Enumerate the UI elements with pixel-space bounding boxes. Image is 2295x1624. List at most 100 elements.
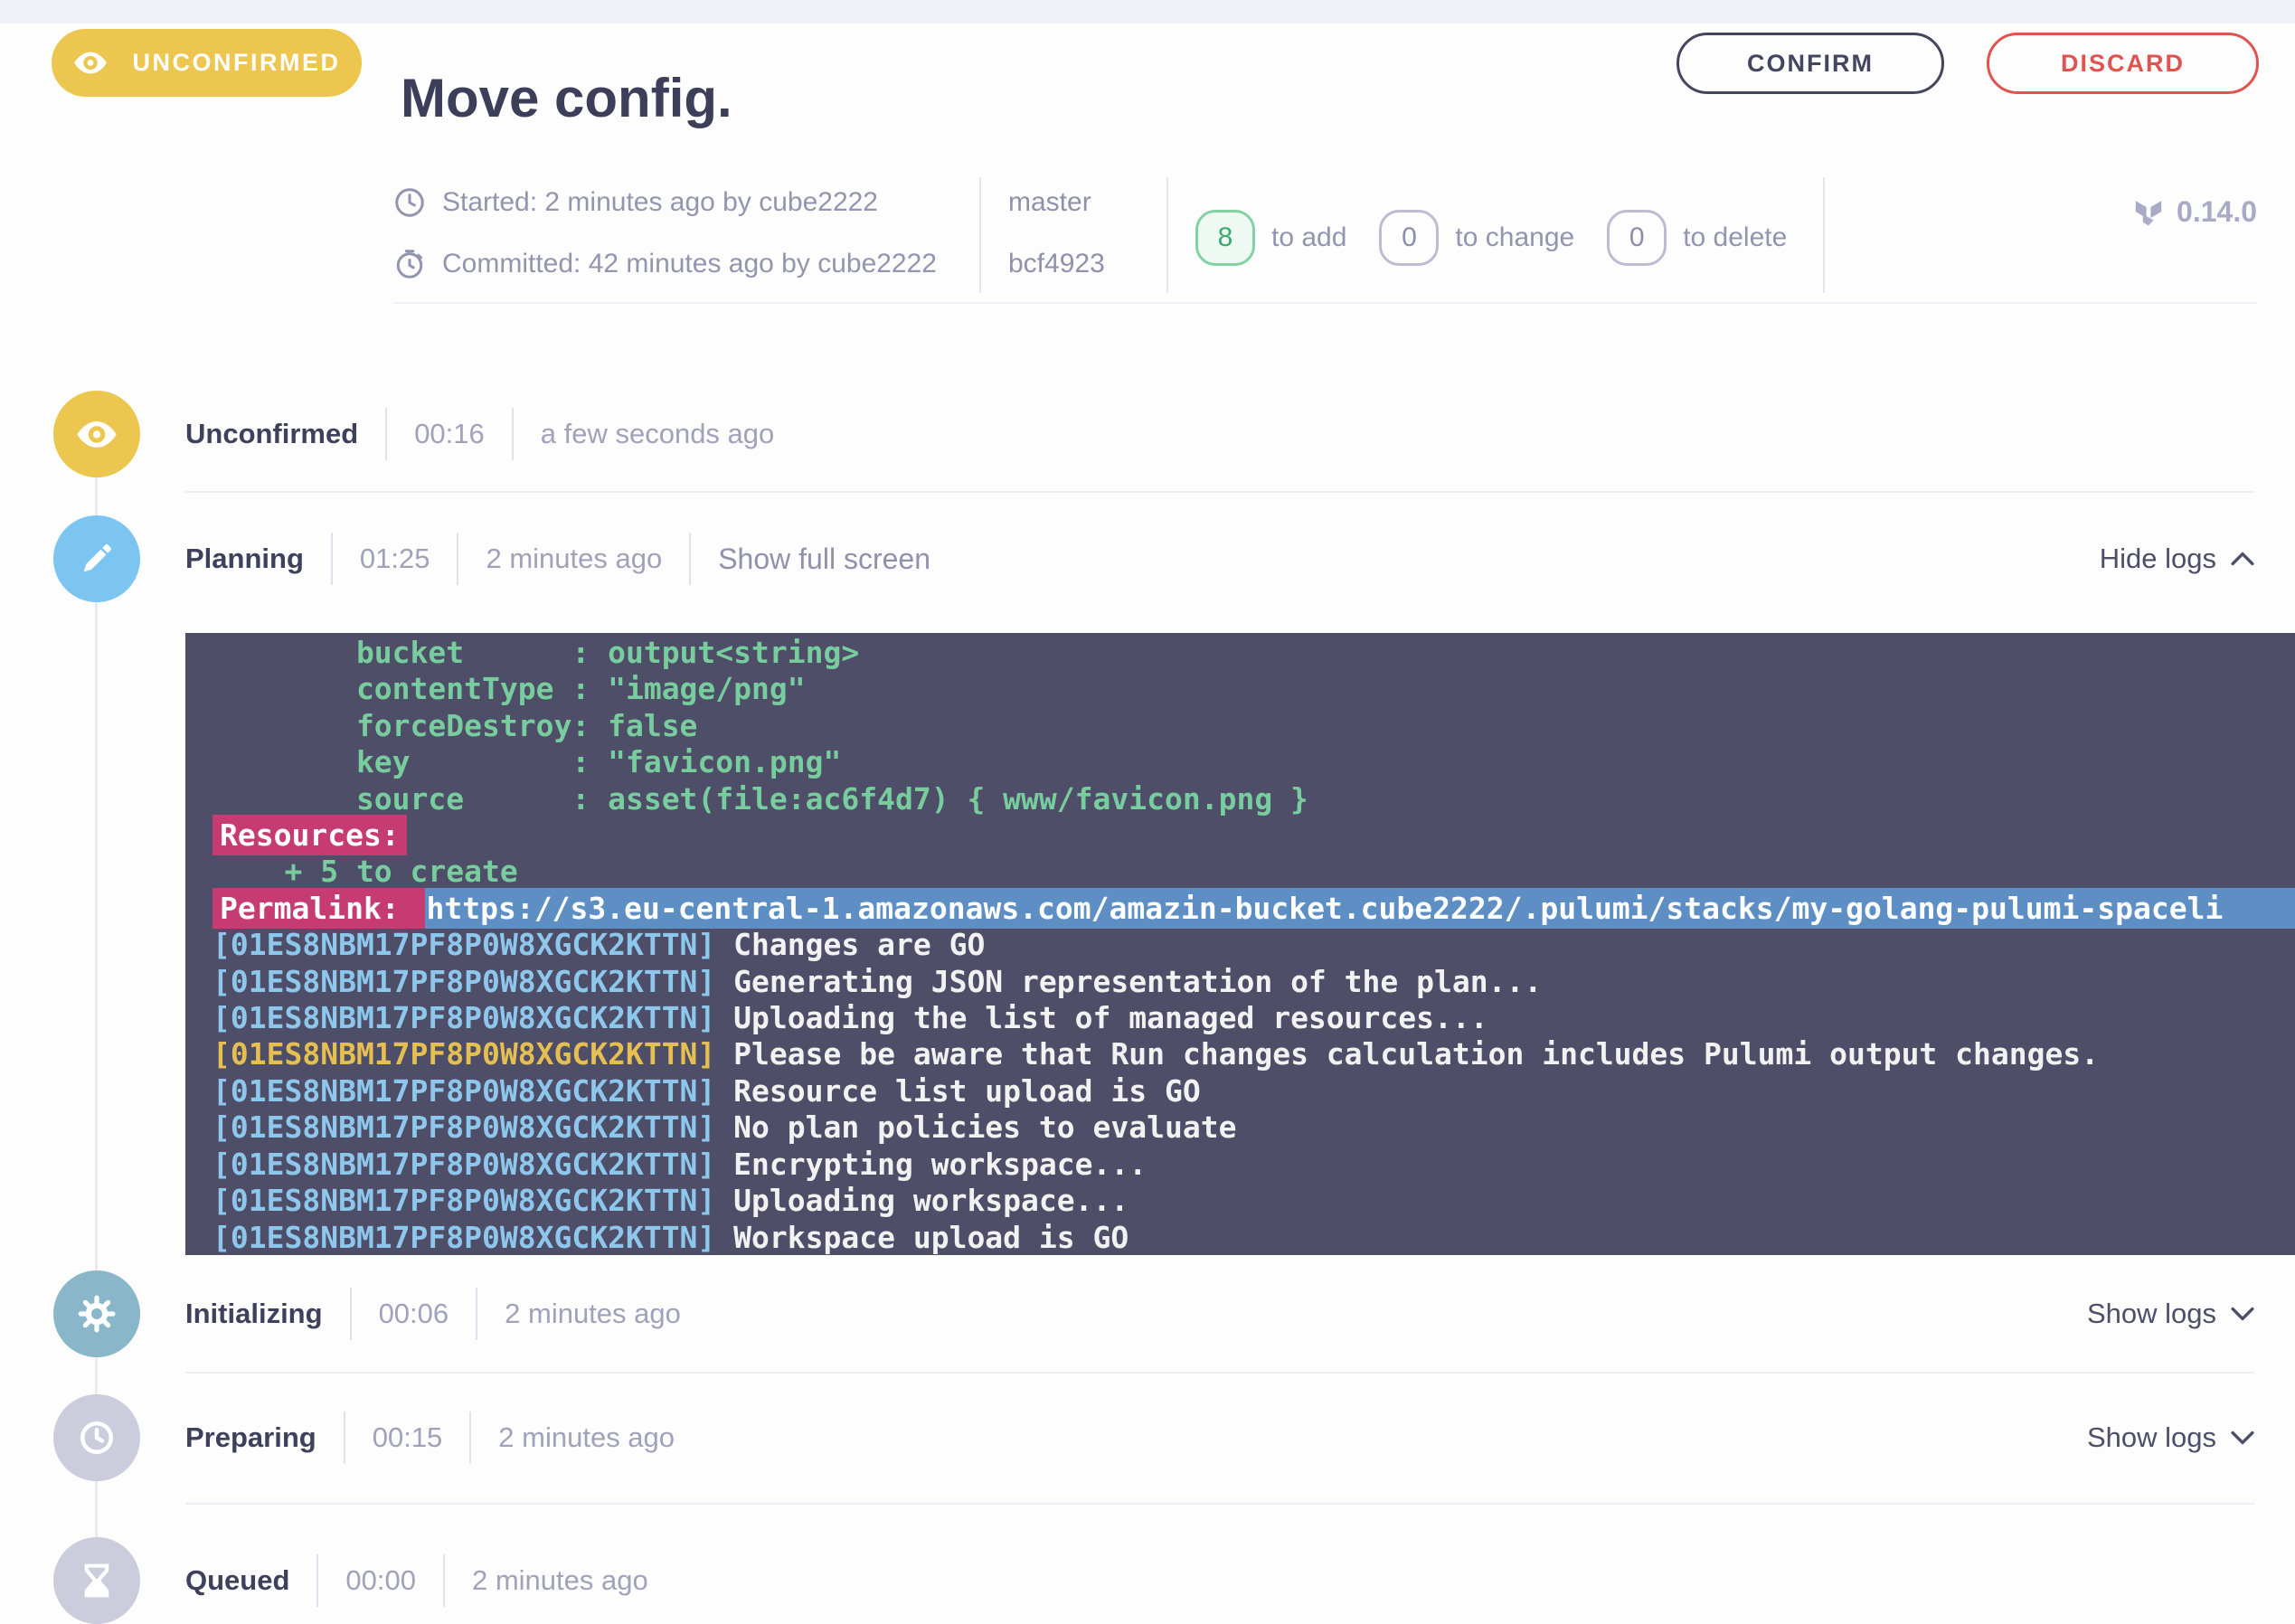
confirm-button[interactable]: CONFIRM xyxy=(1676,33,1944,94)
permalink-url[interactable]: https://s3.eu-central-1.amazonaws.com/am… xyxy=(424,887,2295,929)
stage-row-preparing: Preparing 00:15 2 minutes ago Show logs xyxy=(185,1394,2254,1481)
log-line: Permalink: https://s3.eu-central-1.amazo… xyxy=(212,887,2295,929)
log-line: [01ES8NBM17PF8P0W8XGCK2KTTN] Resource li… xyxy=(212,1073,2295,1109)
log-line: [01ES8NBM17PF8P0W8XGCK2KTTN] Uploading w… xyxy=(212,1183,2295,1219)
stage-icon-planning xyxy=(53,515,140,602)
commit-sha: bcf4923 xyxy=(1008,249,1105,279)
stage-duration: 01:25 xyxy=(359,543,430,574)
meta-divider xyxy=(1823,177,1826,293)
show-full-screen-button[interactable]: Show full screen xyxy=(718,543,930,576)
stage-duration: 00:00 xyxy=(345,1564,416,1596)
log-line: bucket : output<string> xyxy=(212,635,2295,671)
log-segment: key : "favicon.png" xyxy=(212,744,842,780)
stage-row-planning: Planning 01:25 2 minutes ago Show full s… xyxy=(185,515,2254,602)
log-line: [01ES8NBM17PF8P0W8XGCK2KTTN] Workspace u… xyxy=(212,1220,2295,1256)
log-segment: Permalink: xyxy=(212,887,425,929)
log-line: [01ES8NBM17PF8P0W8XGCK2KTTN] Uploading t… xyxy=(212,1000,2295,1036)
clock-icon xyxy=(78,1419,116,1457)
stage-icon-initializing xyxy=(53,1270,140,1357)
stage-icon-queued xyxy=(53,1537,140,1624)
delete-count-label: to delete xyxy=(1683,222,1788,252)
log-segment: [01ES8NBM17PF8P0W8XGCK2KTTN] xyxy=(212,1219,716,1255)
run-meta: Started: 2 minutes ago by cube2222 Commi… xyxy=(393,174,2257,304)
stage-row-initializing: Initializing 00:06 2 minutes ago Show lo… xyxy=(185,1270,2254,1357)
hide-logs-label: Hide logs xyxy=(2099,543,2216,574)
stage-duration: 00:16 xyxy=(414,418,485,449)
divider xyxy=(343,1412,345,1464)
log-line: Resources: xyxy=(212,815,2295,856)
version-number: 0.14.0 xyxy=(2177,195,2257,228)
divider xyxy=(511,408,514,460)
eye-icon xyxy=(76,420,118,449)
stage-name: Planning xyxy=(185,543,304,574)
log-segment: Resource list upload is GO xyxy=(715,1072,1201,1109)
log-segment: No plan policies to evaluate xyxy=(715,1109,1237,1146)
stage-timestamp: 2 minutes ago xyxy=(471,1564,648,1596)
log-output[interactable]: bucket : output<string> contentType : "i… xyxy=(185,633,2295,1255)
log-line: [01ES8NBM17PF8P0W8XGCK2KTTN] Please be a… xyxy=(212,1036,2295,1072)
log-segment: [01ES8NBM17PF8P0W8XGCK2KTTN] xyxy=(212,963,716,999)
log-segment: [01ES8NBM17PF8P0W8XGCK2KTTN] xyxy=(212,1000,716,1036)
row-divider xyxy=(185,1372,2254,1374)
log-segment: bucket : output<string> xyxy=(212,635,860,670)
stage-icon-unconfirmed xyxy=(53,391,140,477)
status-badge: UNCONFIRMED xyxy=(52,29,362,97)
committed-line: Committed: 42 minutes ago by cube2222 xyxy=(393,242,979,286)
show-logs-label: Show logs xyxy=(2086,1421,2216,1453)
log-segment: Please be aware that Run changes calcula… xyxy=(715,1036,2100,1072)
stopwatch-icon xyxy=(393,248,426,280)
to-delete-group: 0 to delete xyxy=(1607,210,1787,266)
started-line: Started: 2 minutes ago by cube2222 xyxy=(393,181,979,224)
log-segment: Workspace upload is GO xyxy=(715,1219,1129,1255)
show-logs-button[interactable]: Show logs xyxy=(2087,1298,2254,1330)
stage-timestamp: 2 minutes ago xyxy=(486,543,663,574)
chevron-down-icon xyxy=(2231,1307,2254,1321)
to-add-group: 8 to add xyxy=(1195,210,1346,266)
started-text: Started: 2 minutes ago by cube2222 xyxy=(442,187,878,217)
stage-name: Initializing xyxy=(185,1298,323,1329)
show-logs-button[interactable]: Show logs xyxy=(2087,1421,2254,1454)
row-divider xyxy=(185,1503,2254,1505)
hide-logs-button[interactable]: Hide logs xyxy=(2100,543,2254,575)
stage-timestamp: 2 minutes ago xyxy=(498,1421,675,1453)
stage-icon-preparing xyxy=(53,1394,140,1481)
log-line: key : "favicon.png" xyxy=(212,744,2295,780)
chevron-up-icon xyxy=(2231,552,2254,566)
row-divider xyxy=(185,491,2254,493)
chevron-down-icon xyxy=(2231,1430,2254,1445)
stage-name: Unconfirmed xyxy=(185,418,359,449)
divider xyxy=(689,533,692,585)
stage-name: Queued xyxy=(185,1564,290,1596)
branch-name: master xyxy=(1008,187,1091,217)
stage-timestamp: a few seconds ago xyxy=(540,418,775,449)
log-line: [01ES8NBM17PF8P0W8XGCK2KTTN] No plan pol… xyxy=(212,1109,2295,1146)
divider xyxy=(385,408,388,460)
clock-icon xyxy=(393,186,426,219)
terraform-icon xyxy=(2133,197,2164,228)
log-segment: Uploading workspace... xyxy=(715,1183,1129,1219)
log-segment: + 5 to create xyxy=(212,854,518,890)
log-line: + 5 to create xyxy=(212,854,2295,890)
to-change-group: 0 to change xyxy=(1379,210,1574,266)
log-line: forceDestroy: false xyxy=(212,708,2295,744)
divider xyxy=(476,1288,478,1340)
discard-button[interactable]: DISCARD xyxy=(1987,33,2259,94)
log-segment: contentType : "image/png" xyxy=(212,671,806,707)
divider xyxy=(457,533,459,585)
change-counts: 8 to add 0 to change 0 to delete xyxy=(1195,174,1823,302)
log-segment: Resources: xyxy=(212,815,407,856)
hourglass-icon xyxy=(80,1563,113,1599)
run-times: Started: 2 minutes ago by cube2222 Commi… xyxy=(393,174,979,302)
delete-count-pill: 0 xyxy=(1607,210,1667,266)
gear-icon xyxy=(78,1295,116,1333)
add-count-pill: 8 xyxy=(1195,210,1255,266)
log-segment: [01ES8NBM17PF8P0W8XGCK2KTTN] xyxy=(212,1146,716,1182)
log-segment: Uploading the list of managed resources.… xyxy=(715,1000,1488,1036)
log-line: [01ES8NBM17PF8P0W8XGCK2KTTN] Changes are… xyxy=(212,927,2295,963)
stage-duration: 00:06 xyxy=(378,1298,449,1329)
log-segment: [01ES8NBM17PF8P0W8XGCK2KTTN] xyxy=(212,1183,716,1219)
pencil-icon xyxy=(79,541,115,577)
log-segment: source : asset(file:ac6f4d7) { www/favic… xyxy=(212,780,1308,817)
log-segment: [01ES8NBM17PF8P0W8XGCK2KTTN] xyxy=(212,1109,716,1146)
change-count-label: to change xyxy=(1455,222,1575,252)
